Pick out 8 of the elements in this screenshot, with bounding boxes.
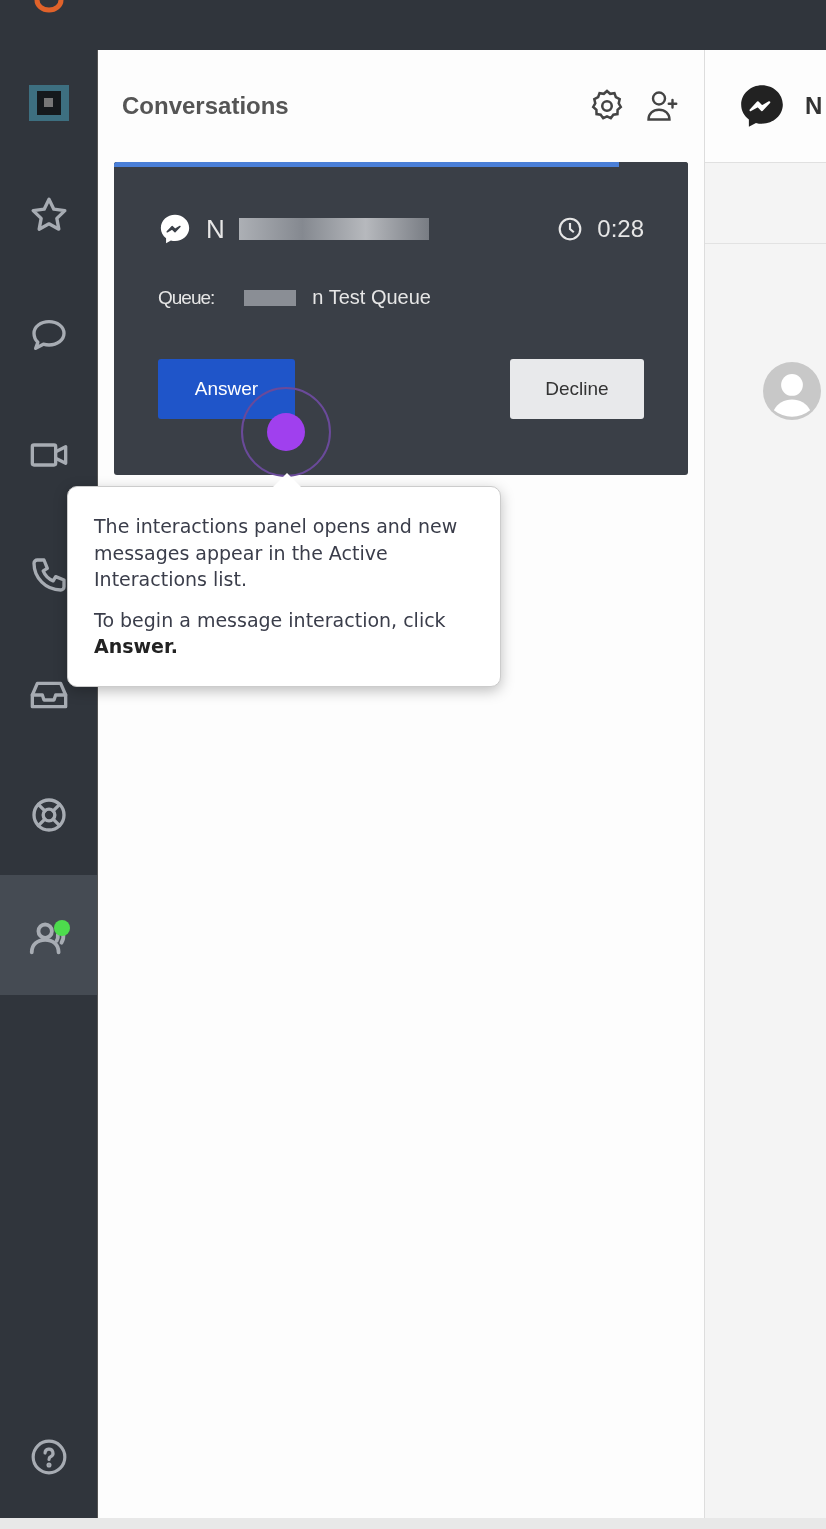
queue-label: Queue:	[158, 286, 215, 309]
tooltip-text: To begin a message interaction, click Answer.	[94, 607, 447, 660]
queue-name: n Test Queue	[312, 286, 431, 309]
contact-name: N	[805, 92, 823, 120]
panel-title: Conversations	[122, 92, 290, 120]
contact-name: N	[206, 213, 225, 245]
timer: 0:28	[597, 215, 644, 243]
tooltip-text: The interactions panel opens and new messages appear in the Active Interactions list.	[94, 514, 459, 593]
